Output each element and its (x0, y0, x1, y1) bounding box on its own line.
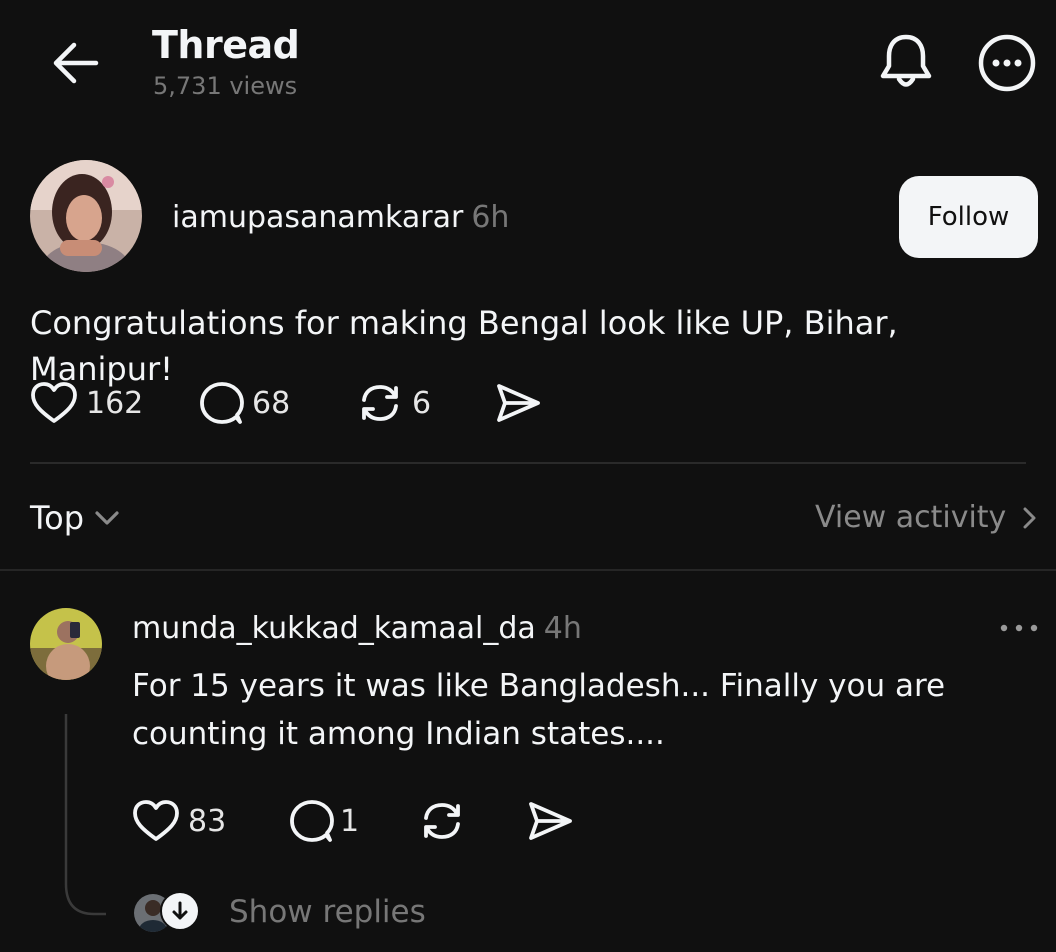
send-icon (497, 384, 540, 422)
chevron-down-icon (95, 511, 119, 525)
heart-icon (133, 800, 179, 841)
chevron-right-icon (1023, 507, 1036, 529)
profile-photo-icon (30, 160, 142, 272)
back-arrow-icon (53, 42, 99, 84)
thread-line (64, 714, 106, 916)
like-button[interactable]: 162 (30, 380, 143, 426)
repost-icon (424, 803, 460, 839)
send-icon (529, 802, 572, 840)
comment-bubble-icon (290, 800, 334, 842)
bell-icon (880, 34, 932, 87)
view-count: 5,731 views (153, 72, 298, 100)
expand-replies-button[interactable] (160, 891, 200, 931)
reply-more-button[interactable] (996, 612, 1042, 642)
reply-share-button[interactable] (526, 798, 574, 844)
sort-dropdown[interactable]: Top (30, 496, 124, 540)
page-title: Thread (152, 23, 300, 67)
repost-icon (362, 385, 398, 421)
more-horizontal-icon (1000, 624, 1038, 632)
view-activity-link[interactable]: View activity (815, 496, 1044, 540)
comment-bubble-icon (200, 382, 244, 424)
heart-icon (31, 382, 77, 423)
divider (30, 462, 1026, 464)
reply-text: For 15 years it was like Bangladesh... F… (132, 668, 946, 752)
avatar[interactable] (30, 160, 142, 272)
comment-count: 1 (340, 803, 360, 839)
reply-like-button[interactable]: 83 (132, 798, 226, 844)
show-replies-link[interactable]: Show replies (229, 890, 426, 934)
like-count: 162 (86, 385, 144, 421)
comment-count: 68 (252, 385, 291, 421)
post-author[interactable]: iamupasanamkarar 6h (172, 196, 509, 240)
more-circle-icon (978, 34, 1036, 92)
profile-photo-icon (30, 608, 102, 680)
back-button[interactable] (40, 30, 110, 100)
post-text: Congratulations for making Bengal look l… (30, 304, 898, 388)
divider (0, 569, 1056, 571)
username[interactable]: iamupasanamkarar (172, 200, 463, 235)
more-options-button[interactable] (972, 30, 1042, 100)
repost-button[interactable]: 6 (356, 380, 431, 426)
reply-comment-button[interactable]: 1 (288, 798, 359, 844)
repost-count: 6 (412, 385, 432, 421)
username[interactable]: munda_kukkad_kamaal_da (132, 611, 536, 646)
follow-button[interactable]: Follow (899, 176, 1038, 258)
reply-time: 4h (543, 611, 582, 646)
reply-repost-button[interactable] (418, 798, 466, 844)
arrow-down-icon (172, 901, 188, 920)
reply-avatar[interactable] (30, 608, 102, 680)
reply-author[interactable]: munda_kukkad_kamaal_da 4h (132, 608, 582, 650)
comment-button[interactable]: 68 (198, 380, 290, 426)
sort-label: Top (30, 499, 84, 537)
share-button[interactable] (494, 380, 542, 426)
notify-button[interactable] (872, 28, 940, 96)
post-time: 6h (471, 200, 510, 235)
view-activity-label: View activity (815, 500, 1007, 535)
like-count: 83 (188, 803, 227, 839)
